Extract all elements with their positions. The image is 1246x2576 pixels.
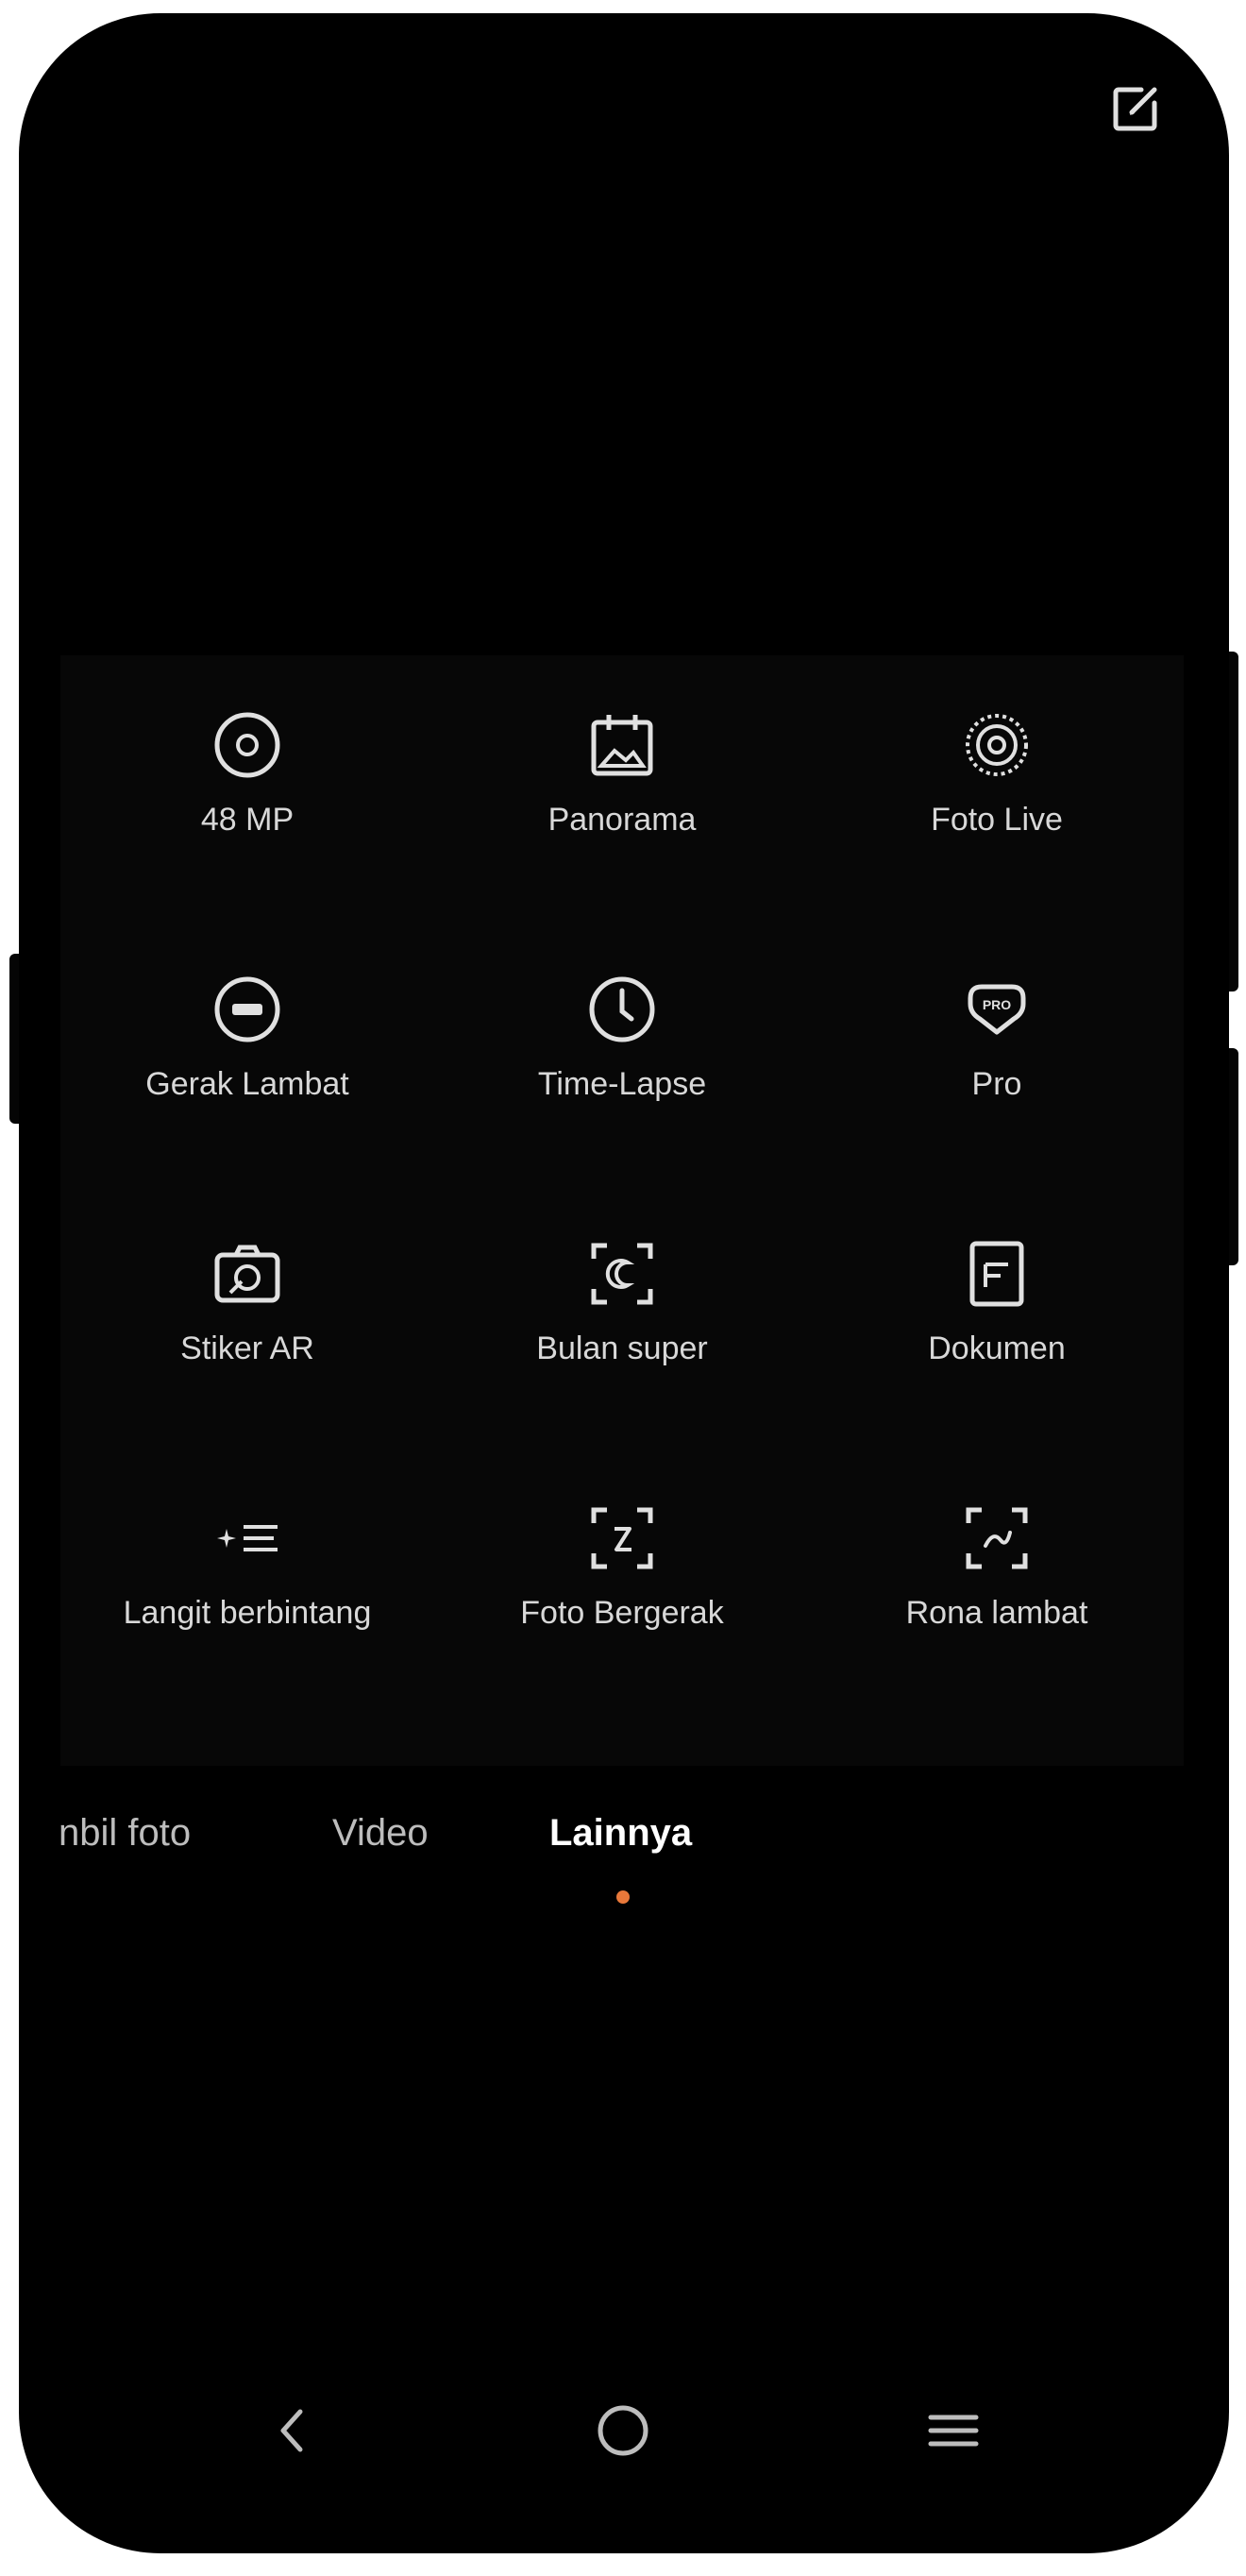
mode-label: Dokumen — [928, 1330, 1066, 1366]
edit-icon — [1113, 87, 1157, 131]
tab-more[interactable]: Lainnya — [549, 1812, 692, 1855]
mode-super-moon[interactable]: Bulan super — [435, 1231, 809, 1369]
mode-panorama[interactable]: Panorama — [435, 703, 809, 840]
home-button[interactable] — [576, 2383, 670, 2478]
mode-label: Rona lambat — [905, 1595, 1088, 1631]
starry-sky-icon — [205, 1496, 290, 1581]
mode-label: Gerak Lambat — [145, 1066, 349, 1102]
phone-screen: 48 MP Panorama Foto Live Gerak Lambat Ti… — [19, 13, 1229, 2553]
mode-slow-motion[interactable]: Gerak Lambat — [60, 967, 434, 1105]
mode-ar-sticker[interactable]: Stiker AR — [60, 1231, 434, 1369]
slow-tone-icon — [954, 1496, 1039, 1581]
back-icon — [280, 2409, 303, 2452]
edit-button[interactable] — [1103, 76, 1169, 142]
mode-pro[interactable]: PRO Pro — [810, 967, 1184, 1105]
tab-photo[interactable]: nbil foto — [59, 1812, 191, 1855]
back-button[interactable] — [245, 2383, 340, 2478]
mode-label: Pro — [971, 1066, 1022, 1102]
document-icon — [954, 1231, 1039, 1316]
mode-document[interactable]: Dokumen — [810, 1231, 1184, 1369]
mode-slow-tone[interactable]: Rona lambat — [810, 1496, 1184, 1634]
menu-icon — [928, 2415, 979, 2447]
mode-label: Langit berbintang — [123, 1595, 372, 1631]
moving-photo-icon — [580, 1496, 665, 1581]
mode-moving-photo[interactable]: Foto Bergerak — [435, 1496, 809, 1634]
mode-label: Foto Live — [931, 802, 1063, 838]
modes-grid: 48 MP Panorama Foto Live Gerak Lambat Ti… — [60, 655, 1184, 1766]
timelapse-icon — [580, 967, 665, 1052]
mode-48mp[interactable]: 48 MP — [60, 703, 434, 840]
mode-label: Panorama — [547, 802, 697, 838]
modes-panel: 48 MP Panorama Foto Live Gerak Lambat Ti… — [60, 655, 1184, 1766]
mode-live-photo[interactable]: Foto Live — [810, 703, 1184, 840]
pro-icon: PRO — [954, 967, 1039, 1052]
panorama-icon — [580, 703, 665, 788]
ar-sticker-icon — [205, 1231, 290, 1316]
mode-label: Time-Lapse — [537, 1066, 707, 1102]
mode-label: Bulan super — [536, 1330, 708, 1366]
svg-text:PRO: PRO — [983, 997, 1011, 1012]
mode-label: Foto Bergerak — [520, 1595, 724, 1631]
48mp-icon — [205, 703, 290, 788]
mode-label: 48 MP — [200, 802, 295, 838]
slow-motion-icon — [205, 967, 290, 1052]
mode-tabs: nbil foto Video Lainnya — [19, 1812, 1229, 1888]
menu-button[interactable] — [906, 2383, 1001, 2478]
navigation-bar — [19, 2383, 1229, 2478]
mode-timelapse[interactable]: Time-Lapse — [435, 967, 809, 1105]
active-tab-indicator — [616, 1890, 630, 1904]
home-icon — [598, 2405, 648, 2456]
live-photo-icon — [954, 703, 1039, 788]
super-moon-icon — [580, 1231, 665, 1316]
mode-starry-sky[interactable]: Langit berbintang — [60, 1496, 434, 1634]
mode-label: Stiker AR — [180, 1330, 314, 1366]
tab-video[interactable]: Video — [332, 1812, 429, 1855]
